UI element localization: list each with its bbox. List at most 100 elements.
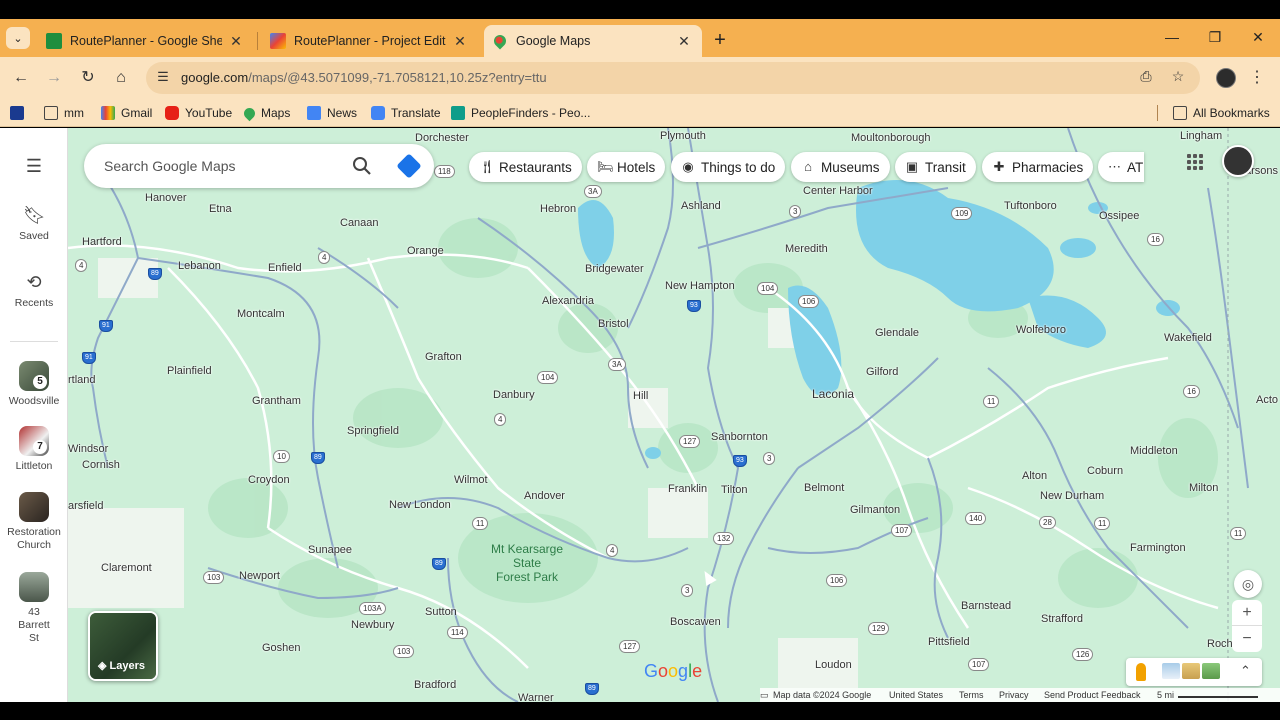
park-label-line: State [512,556,542,570]
bookmark-youtube[interactable]: YouTube [165,105,232,121]
browser-menu-icon[interactable]: ⋮ [1246,67,1268,89]
bookmark-news[interactable]: News [307,105,357,121]
town-label: Sutton [425,606,457,618]
profile-avatar[interactable] [1216,68,1236,88]
reload-button[interactable]: ↻ [77,67,99,89]
my-location-button[interactable]: ◎ [1234,570,1262,598]
country-link[interactable]: United States [889,690,943,700]
town-label: Hartford [82,236,122,248]
recent-place-woodsville[interactable]: 5 Woodsville [0,361,68,407]
interstate-shield: 89 [311,452,325,464]
tab-strip: ⌄ RoutePlanner - Google Sheets ✕ RoutePl… [0,19,1280,57]
recents-button[interactable]: ⟲ Recents [0,271,68,309]
route-shield: 127 [619,640,641,653]
tab-search-dropdown[interactable]: ⌄ [6,27,30,49]
town-label: Belmont [804,482,845,494]
chip-things-to-do[interactable]: ◉ Things to do [671,152,786,182]
expand-icon[interactable]: ⌃ [1240,663,1251,679]
google-apps-icon[interactable] [1187,154,1203,170]
folder-icon [1173,106,1187,120]
bookmark-folder-mm[interactable]: mm [44,105,84,121]
town-label: Pittsfield [928,636,970,648]
route-shield: 132 [713,532,735,545]
park-label-line: Forest Park [495,570,558,584]
chip-hotels[interactable]: 🛏︎ Hotels [587,152,666,182]
all-bookmarks-button[interactable]: All Bookmarks [1173,105,1270,121]
pegman-icon[interactable] [1136,663,1146,681]
restore-button[interactable]: ❐ [1203,29,1227,49]
logo-letter: o [668,661,679,681]
privacy-link[interactable]: Privacy [999,690,1029,700]
bookmark-translate[interactable]: Translate [371,105,441,121]
scale-label[interactable]: 5 mi [1157,690,1174,700]
home-button[interactable]: ⌂ [110,67,132,89]
chip-museums[interactable]: ⌂ Museums [791,152,890,182]
imagery-thumb[interactable] [1162,663,1180,679]
search-input[interactable]: Search Google Maps [104,158,236,174]
route-shield: 127 [679,435,701,448]
bookmark-peoplefinders[interactable]: PeopleFinders - Peo... [451,105,590,121]
close-window-button[interactable]: ✕ [1246,29,1270,49]
logo-letter: g [678,661,689,681]
place-thumbnail: 7 [19,426,49,456]
bookmark-maps[interactable]: Maps [241,105,290,121]
route-shield: 28 [1039,516,1056,529]
search-box[interactable]: Search Google Maps [84,144,434,188]
recent-place-43-barrett-st[interactable]: 43 Barrett St [0,572,68,645]
place-thumbnail [19,492,49,522]
close-tab-icon[interactable]: ✕ [228,33,244,50]
tab-separator [257,32,258,50]
account-avatar[interactable] [1222,145,1254,177]
directions-icon[interactable] [396,153,422,179]
route-shield: 118 [434,165,455,178]
bookmark-label: News [327,106,358,120]
url-text[interactable]: google.com/maps/@43.5071099,-71.7058121,… [181,70,547,85]
zoom-out-button[interactable]: − [1232,626,1262,652]
town-label: Sunapee [308,544,353,556]
town-label: Newbury [351,619,395,631]
search-icon[interactable] [352,156,372,176]
address-bar[interactable]: ☰ google.com/maps/@43.5071099,-71.705812… [146,62,1200,94]
close-tab-icon[interactable]: ✕ [676,33,692,50]
back-button[interactable]: ← [10,67,32,89]
logo-letter: G [644,661,659,681]
terrain-thumb[interactable] [1182,663,1200,679]
layers-button[interactable]: ◈ Layers [88,611,158,681]
tab-google-maps[interactable]: Google Maps ✕ [484,25,702,57]
bookmark-label: YouTube [185,106,233,120]
install-app-icon[interactable]: ⎙ [1136,68,1156,88]
recent-place-littleton[interactable]: 7 Littleton [0,426,68,472]
bookmark-icon: 🔖︎ [23,205,46,225]
close-tab-icon[interactable]: ✕ [452,33,468,50]
new-tab-button[interactable]: + [710,30,730,51]
chip-transit[interactable]: ▣ Transit [895,152,976,182]
tab-project-editor[interactable]: RoutePlanner - Project Editor - A ✕ [260,25,478,57]
route-shield: 104 [537,371,559,384]
tab-google-sheets[interactable]: RoutePlanner - Google Sheets ✕ [36,25,254,57]
site-info-icon[interactable]: ☰ [154,69,172,87]
sidebar-divider [10,341,58,342]
recent-place-restoration-church[interactable]: Restoration Church [0,492,68,552]
menu-button[interactable]: ☰ [0,155,68,181]
saved-button[interactable]: 🔖︎ Saved [0,204,68,242]
town-label: Milton [1189,482,1219,494]
bookmark-star-icon[interactable]: ☆ [1168,68,1188,88]
chip-restaurants[interactable]: 🍴︎ Restaurants [469,152,582,182]
town-label: Meredith [785,243,828,255]
chip-label: Transit [925,159,966,175]
chip-pharmacies[interactable]: ✚ Pharmacies [982,152,1094,182]
minimize-button[interactable]: — [1160,29,1184,49]
chip-atm[interactable]: ⋯ ATI [1098,152,1144,182]
feedback-link[interactable]: Send Product Feedback [1044,690,1141,700]
forward-button[interactable]: → [43,67,65,89]
keyboard-icon[interactable]: ▭ [760,690,769,701]
zoom-in-button[interactable]: + [1232,600,1262,626]
town-label: Goshen [262,642,301,654]
terms-link[interactable]: Terms [959,690,984,700]
town-label: Warner [518,692,554,702]
town-label: Coburn [1087,465,1124,477]
bookmark-app[interactable] [10,105,30,121]
satellite-thumb[interactable] [1202,663,1220,679]
town-label: Middleton [1130,445,1178,457]
bookmark-gmail[interactable]: Gmail [101,105,152,121]
